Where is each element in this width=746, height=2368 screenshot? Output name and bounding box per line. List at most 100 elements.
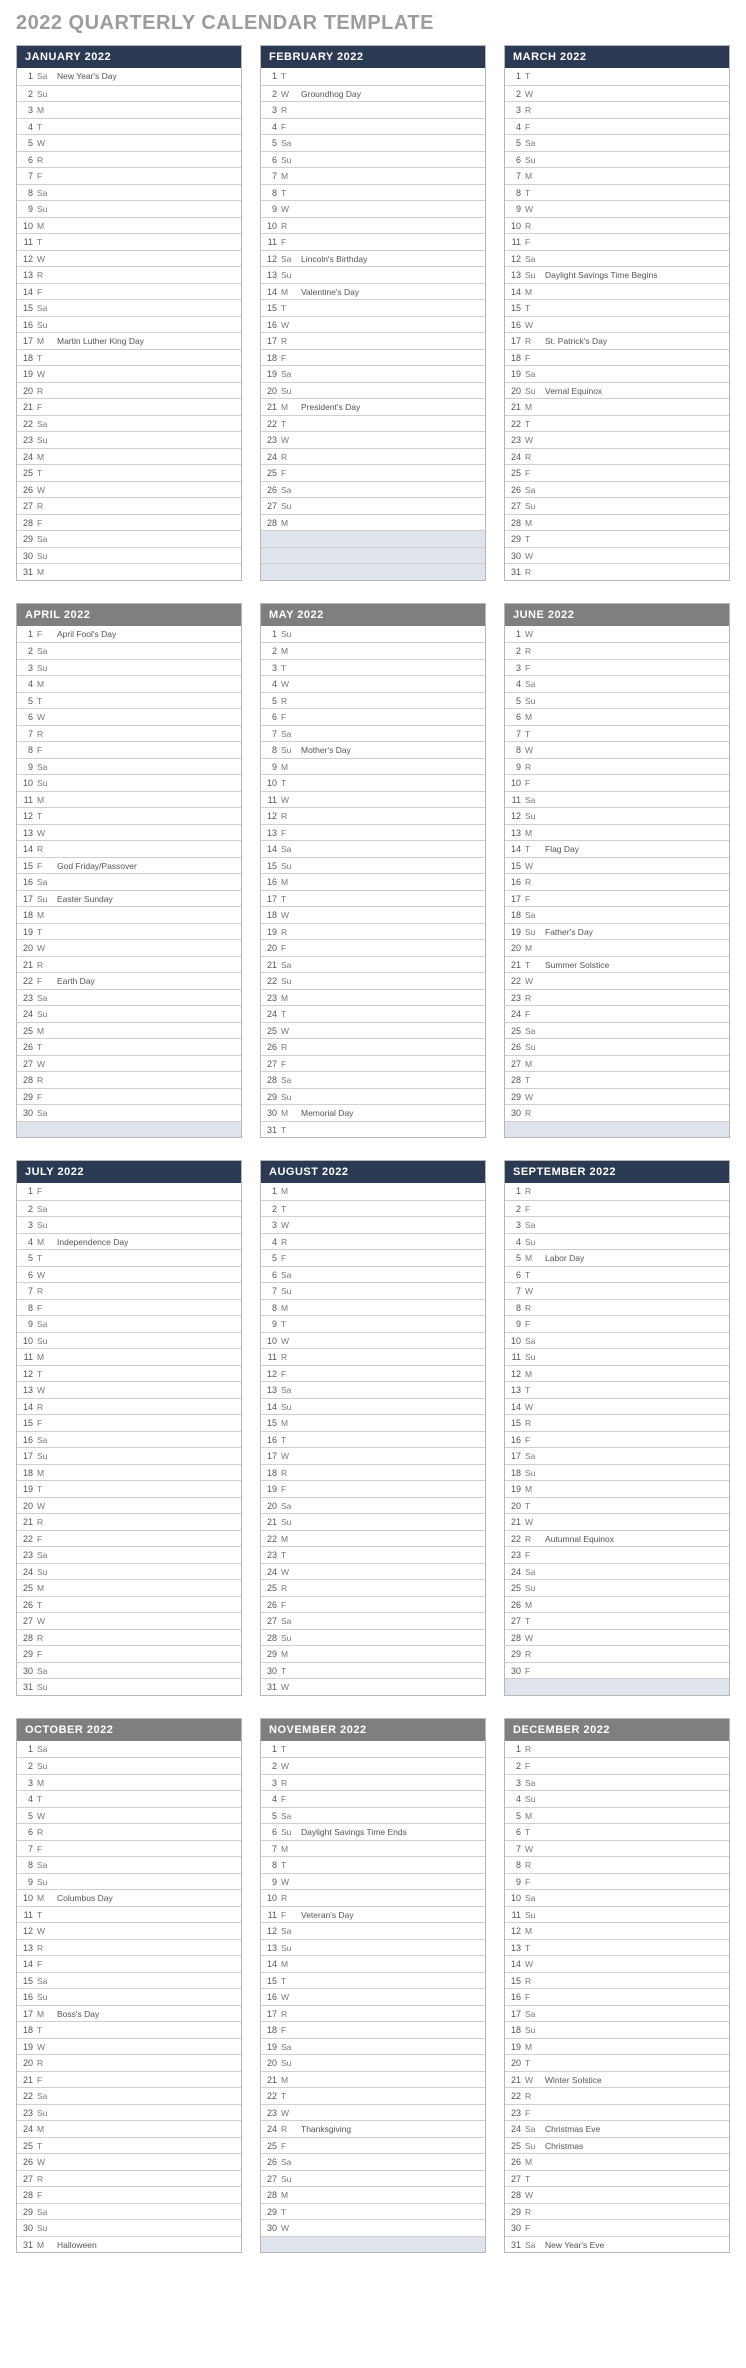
day-number: 1 xyxy=(261,1741,281,1758)
day-of-week: R xyxy=(37,498,55,514)
day-row: 30F xyxy=(505,2219,729,2236)
day-number: 18 xyxy=(505,350,525,366)
event-label xyxy=(543,1072,545,1088)
event-label xyxy=(543,2088,545,2104)
day-of-week: W xyxy=(525,626,543,643)
event-label xyxy=(55,2039,57,2055)
event-label xyxy=(299,1597,301,1613)
day-of-week: T xyxy=(525,1267,543,1283)
day-row: 29Su xyxy=(261,1088,485,1105)
day-number: 21 xyxy=(505,2072,525,2088)
day-row: 8W xyxy=(505,741,729,758)
day-of-week: Su xyxy=(281,1630,299,1646)
day-number: 14 xyxy=(261,841,281,857)
event-label xyxy=(55,1300,57,1316)
day-of-week: T xyxy=(525,1613,543,1629)
day-row: 27F xyxy=(261,1055,485,1072)
event-label xyxy=(299,383,301,399)
day-number: 13 xyxy=(505,825,525,841)
event-label xyxy=(55,218,57,234)
day-row: 9F xyxy=(505,1315,729,1332)
event-label xyxy=(299,1283,301,1299)
event-label xyxy=(543,1056,545,1072)
event-label xyxy=(299,1613,301,1629)
day-of-week: M xyxy=(525,399,543,415)
event-label xyxy=(299,990,301,1006)
day-number: 7 xyxy=(505,726,525,742)
day-number: 11 xyxy=(505,1349,525,1365)
day-row: 20T xyxy=(505,2054,729,2071)
day-of-week: Su xyxy=(281,498,299,514)
day-row: 17MMartin Luther King Day xyxy=(17,332,241,349)
day-row: 27Su xyxy=(261,497,485,514)
day-of-week: Su xyxy=(281,1283,299,1299)
day-row: 7M xyxy=(505,167,729,184)
day-number: 14 xyxy=(17,841,37,857)
event-label xyxy=(299,874,301,890)
day-number: 8 xyxy=(261,185,281,201)
event-label xyxy=(543,1630,545,1646)
event-label xyxy=(299,957,301,973)
day-of-week: Su xyxy=(37,86,55,102)
day-row: 6W xyxy=(17,1266,241,1283)
day-row: 26Sa xyxy=(505,481,729,498)
day-of-week: F xyxy=(525,1758,543,1774)
day-of-week: Sa xyxy=(281,1498,299,1514)
day-number: 30 xyxy=(17,2220,37,2236)
day-row: 17RSt. Patrick's Day xyxy=(505,332,729,349)
day-of-week: F xyxy=(525,465,543,481)
day-row: 28T xyxy=(505,1071,729,1088)
day-number: 18 xyxy=(505,1465,525,1481)
day-row: 22Sa xyxy=(17,2087,241,2104)
event-label xyxy=(299,1201,301,1217)
event-label xyxy=(55,1547,57,1563)
day-number: 8 xyxy=(261,1300,281,1316)
day-row: 5T xyxy=(17,1249,241,1266)
day-number: 16 xyxy=(17,1989,37,2005)
event-label xyxy=(55,416,57,432)
day-row: 14R xyxy=(17,1398,241,1415)
day-row: 11Sa xyxy=(505,791,729,808)
day-row: 16W xyxy=(261,316,485,333)
day-number: 11 xyxy=(261,792,281,808)
day-number: 28 xyxy=(505,1072,525,1088)
day-of-week: F xyxy=(525,2105,543,2121)
day-of-week: T xyxy=(37,1791,55,1807)
day-of-week: M xyxy=(37,2121,55,2137)
day-of-week: M xyxy=(281,168,299,184)
event-label xyxy=(299,1006,301,1022)
day-number: 16 xyxy=(17,317,37,333)
event-label xyxy=(55,1857,57,1873)
day-of-week: W xyxy=(37,825,55,841)
day-row: 26F xyxy=(261,1596,485,1613)
day-of-week: Sa xyxy=(525,366,543,382)
day-of-week: M xyxy=(281,2187,299,2203)
day-of-week: M xyxy=(525,284,543,300)
day-number: 17 xyxy=(505,2006,525,2022)
day-of-week: M xyxy=(37,1234,55,1250)
day-of-week: T xyxy=(525,185,543,201)
day-of-week: Sa xyxy=(525,1890,543,1906)
day-row: 15W xyxy=(505,857,729,874)
event-label xyxy=(543,1399,545,1415)
day-row: 16W xyxy=(261,1988,485,2005)
event-label xyxy=(299,825,301,841)
day-number: 31 xyxy=(17,564,37,580)
day-number: 24 xyxy=(17,449,37,465)
day-of-week: F xyxy=(37,168,55,184)
day-number: 25 xyxy=(17,1580,37,1596)
event-label xyxy=(543,201,545,217)
event-label xyxy=(543,2204,545,2220)
day-row: 23W xyxy=(505,431,729,448)
day-of-week: R xyxy=(37,841,55,857)
event-label xyxy=(299,808,301,824)
day-row: 13T xyxy=(505,1939,729,1956)
day-of-week: Su xyxy=(37,1006,55,1022)
day-of-week: Sa xyxy=(525,907,543,923)
event-label xyxy=(299,858,301,874)
event-label xyxy=(543,775,545,791)
day-number: 4 xyxy=(17,676,37,692)
day-of-week: M xyxy=(37,1349,55,1365)
padding-row: 0x xyxy=(17,1121,241,1138)
day-number: 14 xyxy=(17,1399,37,1415)
